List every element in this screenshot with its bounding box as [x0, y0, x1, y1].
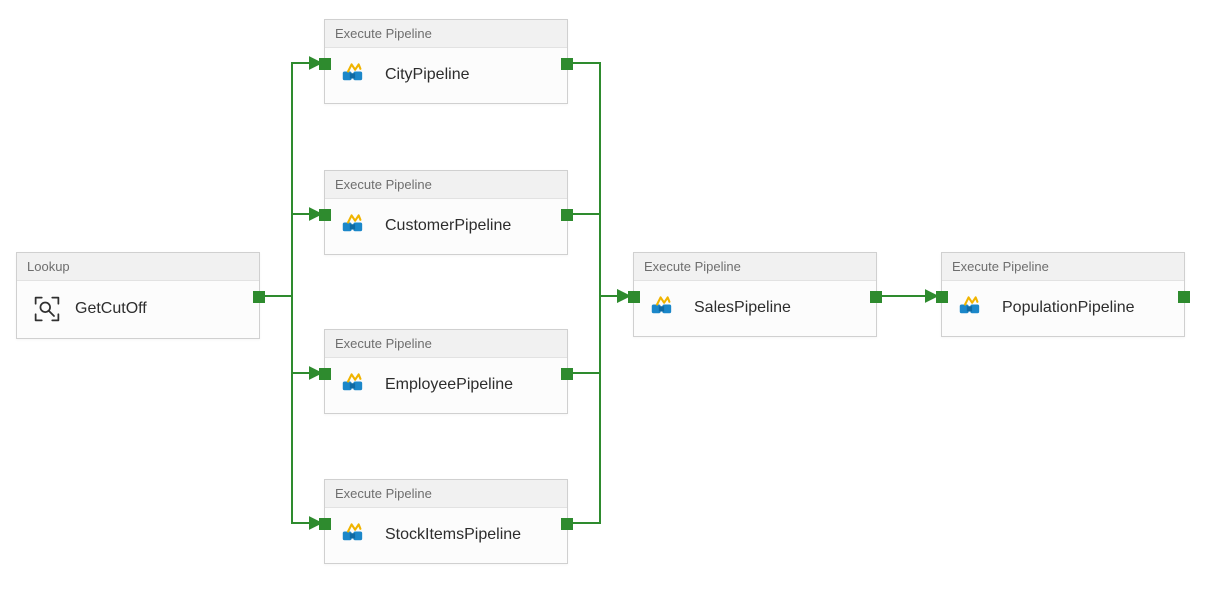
activity-type-label: Execute Pipeline	[325, 20, 567, 48]
output-port[interactable]	[1178, 291, 1190, 303]
activity-employee[interactable]: Execute Pipeline EmployeePipeline	[324, 329, 568, 414]
activity-type-label: Execute Pipeline	[325, 330, 567, 358]
activity-getcutoff[interactable]: Lookup GetCutOff	[16, 252, 260, 339]
activity-name-label: CityPipeline	[385, 66, 469, 84]
activity-type-label: Execute Pipeline	[942, 253, 1184, 281]
activity-population[interactable]: Execute Pipeline PopulationPipeline	[941, 252, 1185, 337]
input-port[interactable]	[319, 368, 331, 380]
pipeline-icon	[650, 295, 680, 321]
output-port[interactable]	[561, 209, 573, 221]
input-port[interactable]	[936, 291, 948, 303]
pipeline-icon	[341, 372, 371, 398]
activity-name-label: PopulationPipeline	[1002, 299, 1135, 317]
lookup-icon	[33, 295, 61, 323]
input-port[interactable]	[319, 209, 331, 221]
activity-type-label: Execute Pipeline	[325, 171, 567, 199]
input-port[interactable]	[319, 58, 331, 70]
activity-name-label: StockItemsPipeline	[385, 526, 521, 544]
activity-city[interactable]: Execute Pipeline CityPipeline	[324, 19, 568, 104]
pipeline-icon	[341, 522, 371, 548]
pipeline-icon	[958, 295, 988, 321]
activity-type-label: Execute Pipeline	[325, 480, 567, 508]
activity-customer[interactable]: Execute Pipeline CustomerPipeline	[324, 170, 568, 255]
activity-name-label: GetCutOff	[75, 300, 147, 318]
output-port[interactable]	[561, 518, 573, 530]
activity-name-label: SalesPipeline	[694, 299, 791, 317]
activity-type-label: Execute Pipeline	[634, 253, 876, 281]
input-port[interactable]	[628, 291, 640, 303]
output-port[interactable]	[253, 291, 265, 303]
output-port[interactable]	[870, 291, 882, 303]
input-port[interactable]	[319, 518, 331, 530]
activity-sales[interactable]: Execute Pipeline SalesPipeline	[633, 252, 877, 337]
activity-stockitems[interactable]: Execute Pipeline StockItemsPipeline	[324, 479, 568, 564]
activity-name-label: EmployeePipeline	[385, 376, 513, 394]
output-port[interactable]	[561, 58, 573, 70]
pipeline-icon	[341, 213, 371, 239]
output-port[interactable]	[561, 368, 573, 380]
activity-type-label: Lookup	[17, 253, 259, 281]
activity-name-label: CustomerPipeline	[385, 217, 511, 235]
pipeline-icon	[341, 62, 371, 88]
